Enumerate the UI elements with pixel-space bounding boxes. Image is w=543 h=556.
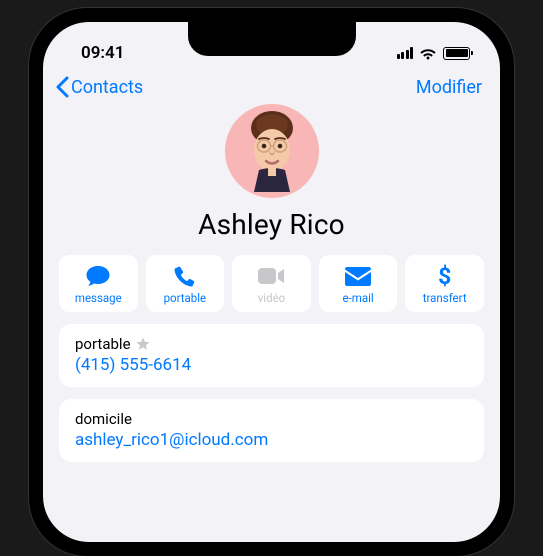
- cellular-signal-icon: [397, 47, 414, 59]
- email-label-row: domicile: [75, 410, 468, 428]
- call-label: portable: [164, 291, 207, 305]
- avatar[interactable]: [225, 104, 319, 198]
- phone-value: (415) 555-6614: [75, 355, 468, 375]
- message-label: message: [75, 291, 122, 305]
- message-icon: [85, 264, 111, 288]
- call-button[interactable]: portable: [146, 255, 225, 312]
- wifi-icon: [419, 47, 437, 60]
- notch: [188, 22, 356, 56]
- email-value: ashley_rico1@icloud.com: [75, 430, 468, 450]
- phone-label-row: portable: [75, 335, 468, 353]
- action-row: message portable vidéo e-mail: [43, 241, 500, 324]
- chevron-left-icon: [55, 76, 69, 98]
- email-button[interactable]: e-mail: [319, 255, 398, 312]
- memoji-icon: [237, 110, 307, 192]
- phone-card[interactable]: portable (415) 555-6614: [59, 324, 484, 387]
- star-icon: [136, 337, 150, 351]
- contact-name: Ashley Rico: [43, 208, 500, 241]
- video-label: vidéo: [258, 291, 286, 305]
- video-button[interactable]: vidéo: [232, 255, 311, 312]
- status-time: 09:41: [81, 43, 124, 63]
- back-label: Contacts: [71, 77, 143, 98]
- battery-icon: [443, 47, 470, 60]
- phone-icon: [173, 264, 196, 288]
- phone-label: portable: [75, 335, 131, 353]
- mail-icon: [345, 264, 371, 288]
- message-button[interactable]: message: [59, 255, 138, 312]
- nav-bar: Contacts Modifier: [43, 70, 500, 102]
- screen: 09:41 Contacts: [43, 22, 500, 542]
- avatar-container: [43, 104, 500, 198]
- email-label: domicile: [75, 410, 132, 428]
- back-button[interactable]: Contacts: [55, 76, 143, 98]
- pay-button[interactable]: $ transfert: [405, 255, 484, 312]
- phone-frame: 09:41 Contacts: [29, 8, 514, 556]
- video-icon: [257, 264, 285, 288]
- email-label: e-mail: [342, 291, 373, 305]
- pay-label: transfert: [423, 291, 467, 305]
- status-indicators: [397, 47, 471, 60]
- dollar-icon: $: [438, 264, 451, 288]
- edit-button[interactable]: Modifier: [416, 77, 482, 98]
- email-card[interactable]: domicile ashley_rico1@icloud.com: [59, 399, 484, 462]
